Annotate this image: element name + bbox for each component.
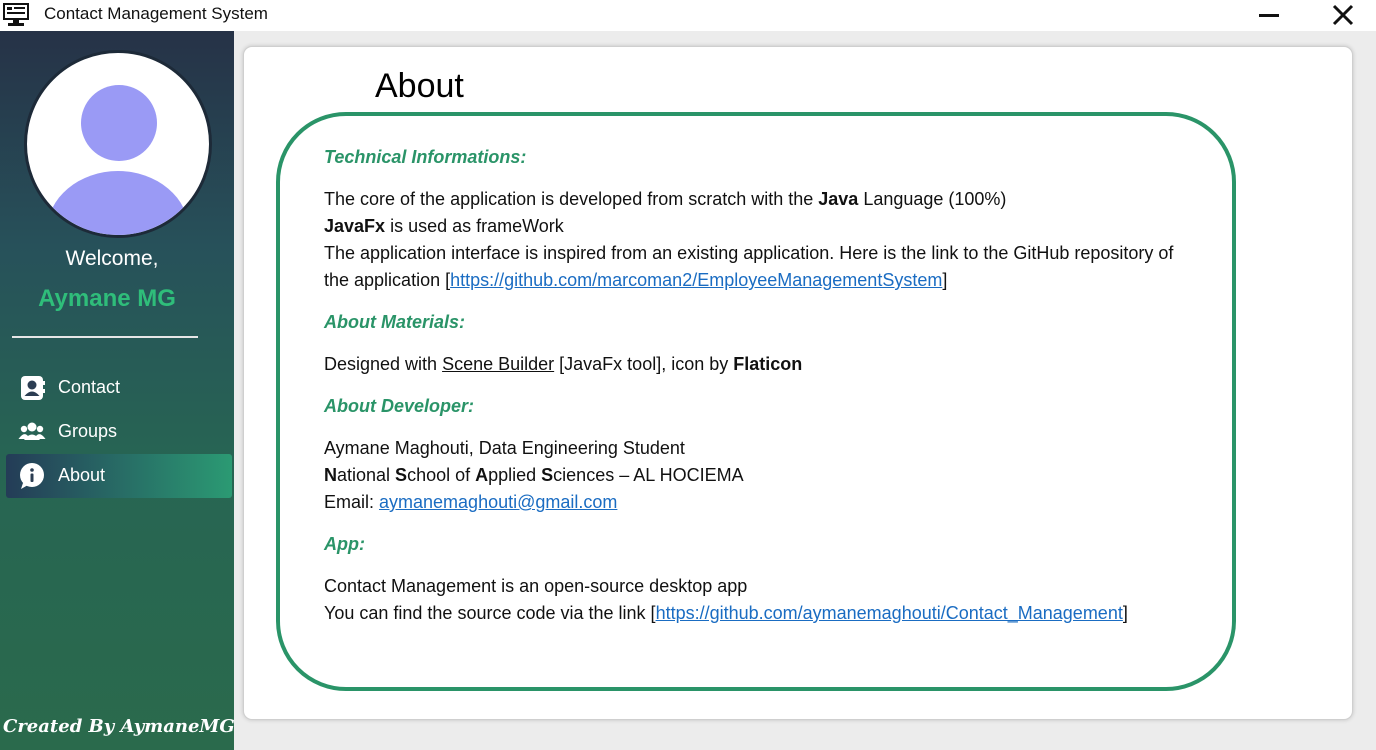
developer-email: Email: aymanemaghouti@gmail.com bbox=[324, 489, 1324, 516]
text: Email: bbox=[324, 492, 380, 512]
technical-line-2: JavaFx is used as frameWork bbox=[324, 213, 1324, 240]
sidebar-item-groups[interactable]: Groups bbox=[6, 410, 232, 454]
technical-line-3: The application interface is inspired fr… bbox=[324, 243, 1174, 263]
close-icon bbox=[1320, 4, 1366, 35]
avatar-head bbox=[81, 85, 157, 161]
users-icon bbox=[18, 418, 46, 446]
technical-line-4: the application [https://github.com/marc… bbox=[324, 267, 1324, 294]
text-bold: S bbox=[541, 465, 554, 485]
text: Language (100%) bbox=[858, 189, 1007, 209]
text: You can find the source code via the lin… bbox=[324, 603, 656, 623]
technical-line-1: The core of the application is developed… bbox=[324, 186, 1324, 213]
avatar-body bbox=[47, 171, 189, 235]
email-link[interactable]: aymanemaghouti@gmail.com bbox=[379, 492, 617, 512]
text-bold: A bbox=[475, 465, 489, 485]
close-button[interactable] bbox=[1320, 0, 1366, 31]
app-line-1: Contact Management is an open-source des… bbox=[324, 576, 748, 596]
developer-name: Aymane Maghouti, Data Engineering Studen… bbox=[324, 438, 685, 458]
text: chool of bbox=[407, 465, 476, 485]
monitor-icon bbox=[3, 3, 29, 27]
text: ] bbox=[1122, 603, 1128, 623]
app-line-2: You can find the source code via the lin… bbox=[324, 600, 1324, 627]
page-title: About bbox=[375, 67, 464, 105]
minimize-icon bbox=[1246, 14, 1292, 35]
about-content: Technical Informations: The core of the … bbox=[324, 144, 1324, 627]
sidebar-item-label: About bbox=[58, 465, 106, 485]
sidebar-item-label: Groups bbox=[58, 421, 118, 441]
text: Designed with bbox=[324, 354, 443, 374]
section-title-developer: About Developer: bbox=[324, 396, 475, 416]
about-card: About Technical Informations: The core o… bbox=[243, 46, 1353, 720]
text-bold: Flaticon bbox=[733, 354, 803, 374]
credit-text: Created By AymaneMG bbox=[3, 716, 235, 737]
text-bold: Java bbox=[818, 189, 859, 209]
window-title: Contact Management System bbox=[44, 4, 268, 23]
sidebar-item-contact[interactable]: Contact bbox=[6, 366, 232, 410]
github-inspiration-link[interactable]: https://github.com/marcoman2/EmployeeMan… bbox=[450, 270, 942, 290]
sidebar-item-label: Contact bbox=[58, 377, 121, 397]
text: is used as frameWork bbox=[385, 216, 564, 236]
scene-builder-link[interactable]: Scene Builder bbox=[442, 354, 554, 374]
section-title-app: App: bbox=[324, 534, 365, 554]
welcome-text: Welcome, bbox=[65, 247, 159, 270]
text: ciences – AL HOCIEMA bbox=[553, 465, 744, 485]
text: pplied bbox=[488, 465, 542, 485]
sidebar-divider bbox=[12, 336, 198, 338]
text: The core of the application is developed… bbox=[324, 189, 819, 209]
sidebar: Welcome, Aymane MG Contact Groups About … bbox=[0, 31, 235, 750]
title-bar: Contact Management System bbox=[0, 0, 1376, 31]
section-title-materials: About Materials: bbox=[324, 312, 466, 332]
text-bold: JavaFx bbox=[324, 216, 386, 236]
text: the application [ bbox=[324, 270, 451, 290]
text: ational bbox=[337, 465, 396, 485]
minimize-button[interactable] bbox=[1246, 0, 1292, 31]
text-bold: S bbox=[395, 465, 408, 485]
developer-school: National School of Applied Sciences – AL… bbox=[324, 462, 1324, 489]
source-code-link[interactable]: https://github.com/aymanemaghouti/Contac… bbox=[656, 603, 1123, 623]
contact-book-icon bbox=[18, 374, 46, 402]
materials-line: Designed with Scene Builder [JavaFx tool… bbox=[324, 351, 1324, 378]
text: [JavaFx tool], icon by bbox=[554, 354, 734, 374]
text-bold: N bbox=[324, 465, 337, 485]
sidebar-item-about[interactable]: About bbox=[6, 454, 232, 498]
text: ] bbox=[942, 270, 948, 290]
avatar bbox=[24, 50, 212, 238]
info-icon bbox=[18, 462, 46, 490]
username: Aymane MG bbox=[38, 285, 176, 312]
section-title-technical: Technical Informations: bbox=[324, 147, 527, 167]
